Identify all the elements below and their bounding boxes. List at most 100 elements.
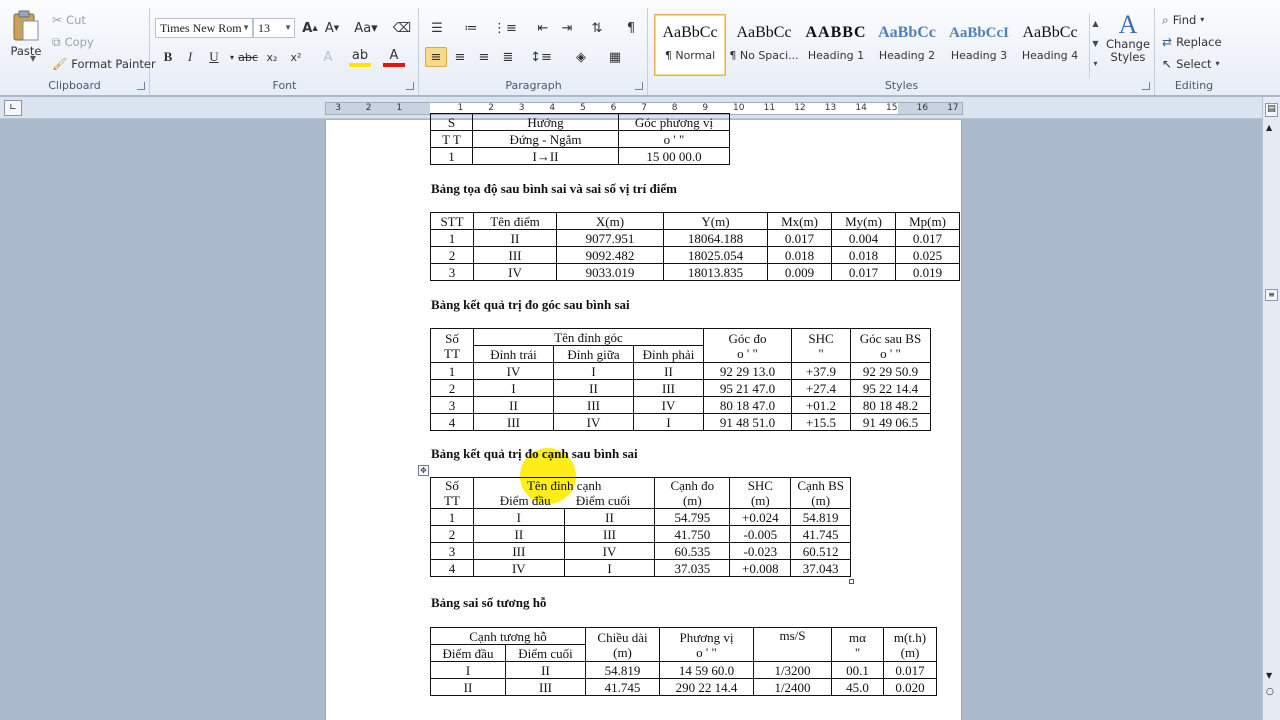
table-cell: 37.035	[654, 559, 731, 577]
browse-object-icon[interactable]: ○	[1266, 687, 1274, 697]
table-cell: II	[553, 379, 634, 397]
table-mutual-errors[interactable]: Cạnh tương hỗ Chiều dài (m) Phương vị o ' …	[430, 627, 937, 696]
table-cell: I	[553, 362, 634, 380]
font-size-combo[interactable]: 13 ▼	[253, 18, 295, 38]
table-edges[interactable]: Số TT Tên đỉnh cạnh Điểm đầu Điểm cuối Cạnh…	[430, 477, 851, 577]
dialog-launcher-icon[interactable]	[406, 82, 414, 90]
table-cell: 45.0	[831, 678, 884, 696]
clear-formatting-icon[interactable]: ⌫	[391, 18, 413, 38]
paste-button[interactable]: Paste	[6, 10, 46, 58]
italic-icon[interactable]: I	[179, 47, 201, 67]
shrink-font-icon[interactable]: A ▼	[321, 18, 343, 38]
table-azimuth[interactable]: S Hướng Góc phương vị T T Đứng - Ngắm o ' " …	[430, 113, 730, 165]
subscript-icon[interactable]: x₂	[261, 47, 283, 67]
align-center-icon[interactable]: ≡	[449, 47, 471, 67]
strikethrough-icon[interactable]: abc	[237, 47, 259, 67]
binoculars-icon: ⌕	[1162, 13, 1169, 27]
format-painter-button[interactable]: 🖌 Format Painter	[52, 57, 156, 71]
table-resize-handle[interactable]	[849, 579, 854, 584]
superscript-icon[interactable]: x²	[285, 47, 307, 67]
table-cell: 1	[430, 229, 474, 247]
table-row: 2 II III 41.750 -0.005 41.745	[430, 525, 851, 543]
table-row: T T Đứng - Ngắm o ' "	[430, 130, 730, 148]
style-normal[interactable]: AaBbCc ¶ Normal	[654, 14, 726, 76]
table-row: 1 I→II 15 00 00.0	[430, 147, 730, 165]
header-ma-unit: "	[854, 644, 861, 660]
change-styles-button[interactable]: A Change Styles	[1103, 12, 1153, 64]
ruler-number: 16	[916, 103, 929, 113]
font-name-combo[interactable]: Times New Rom ▼	[155, 18, 253, 38]
style-heading-3[interactable]: AaBbCcI Heading 3	[943, 14, 1015, 76]
header-mth: m(t.h)	[893, 629, 927, 645]
scroll-up-icon[interactable]: ▲	[1266, 123, 1272, 132]
font-color-icon[interactable]: A	[383, 47, 405, 67]
shading-icon[interactable]: ◈	[570, 47, 592, 67]
table-row: II III 41.745 290 22 14.4 1/2400 45.0 0.020	[430, 678, 937, 696]
style-heading-2[interactable]: AaBbCc Heading 2	[871, 14, 943, 76]
style-sample: AaBbCc	[736, 24, 792, 41]
table-cell: II	[473, 229, 557, 247]
styles-scroll[interactable]: ▲ ▼ ▾	[1089, 14, 1101, 78]
table-cell: 9077.951	[556, 229, 664, 247]
dialog-launcher-icon[interactable]	[635, 82, 643, 90]
table-header-cell: Tên đỉnh cạnh Điểm đầu Điểm cuối	[472, 477, 656, 509]
table-header-cell: Tên đỉnh góc	[473, 328, 704, 346]
grow-font-icon[interactable]: A ▲	[299, 18, 321, 38]
align-right-icon[interactable]: ≡	[473, 47, 495, 67]
table-header-cell: SHC "	[791, 328, 851, 363]
scroll-down-icon[interactable]: ▼	[1266, 671, 1272, 680]
scroll-thumb[interactable]: ≡	[1265, 289, 1278, 301]
numbering-icon[interactable]: ≔	[460, 18, 482, 38]
text-effects-icon[interactable]: A	[317, 47, 339, 67]
pilcrow-icon[interactable]: ¶	[620, 18, 642, 38]
table-coordinates[interactable]: STT Tên điểm X(m) Y(m) Mx(m) My(m) Mp(m)…	[430, 212, 960, 281]
table-move-handle-icon[interactable]: ✥	[418, 465, 429, 476]
borders-icon[interactable]: ▦	[604, 47, 626, 67]
sort-icon[interactable]: ⇅	[586, 18, 608, 38]
decrease-indent-icon[interactable]: ⇤	[532, 18, 554, 38]
editing-group-label: Editing	[1174, 79, 1214, 92]
multilevel-list-icon[interactable]: ⋮≡	[493, 18, 517, 38]
view-ruler-icon[interactable]: ▤	[1265, 103, 1278, 117]
bullets-icon[interactable]: ☰	[426, 18, 448, 38]
paste-dropdown[interactable]: ▾	[30, 52, 36, 64]
ruler-number: 10	[733, 103, 745, 113]
header-shc-unit: (m)	[750, 493, 770, 508]
select-button[interactable]: ↖ Select ▾	[1162, 57, 1220, 71]
cut-button[interactable]: ✂ Cut	[52, 13, 86, 27]
justify-icon[interactable]: ≣	[497, 47, 519, 67]
increase-indent-icon[interactable]: ⇥	[556, 18, 578, 38]
align-left-icon[interactable]: ≡	[425, 47, 447, 67]
bold-icon[interactable]: B	[157, 47, 179, 67]
dialog-launcher-icon[interactable]	[1142, 82, 1150, 90]
header-bs: Cạnh BS	[797, 478, 844, 493]
tab-selector[interactable]: ∟	[4, 100, 22, 116]
find-button[interactable]: ⌕ Find ▾	[1162, 13, 1204, 27]
table-cell: 3	[430, 542, 474, 560]
line-spacing-icon[interactable]: ↕≡	[530, 47, 552, 67]
replace-button[interactable]: ⇄ Replace	[1162, 35, 1222, 49]
table-row: 4 IV I 37.035 +0.008 37.043	[430, 559, 851, 577]
change-styles-label: Change Styles	[1105, 37, 1151, 64]
style-sample: AaBbCc	[878, 24, 936, 41]
table-angles[interactable]: Số TT Tên đỉnh góc Góc đo o ' " SHC " Góc s…	[430, 328, 931, 431]
change-case-icon[interactable]: Aa▾	[351, 18, 381, 38]
dialog-launcher-icon[interactable]	[137, 82, 145, 90]
table-header-cell: Cạnh tương hỗ	[430, 627, 586, 645]
table-row: 1 I II 54.795 +0.024 54.819	[430, 508, 851, 526]
header-dau: Điểm đầu	[499, 493, 551, 508]
table-cell: 37.043	[790, 559, 851, 577]
style-heading-4[interactable]: AaBbCc Heading 4	[1014, 14, 1086, 76]
table-cell: 0.025	[895, 246, 960, 264]
paste-label: Paste	[10, 44, 42, 58]
chevron-down-icon: ▾	[30, 51, 37, 65]
style-no-spacing[interactable]: AaBbCc ¶ No Spaci...	[728, 14, 800, 76]
table-row: 4 III IV I 91 48 51.0 +15.5 91 49 06.5	[430, 413, 931, 431]
style-heading-1[interactable]: AABBC Heading 1	[800, 14, 872, 76]
vertical-scrollbar[interactable]: ▤ ▲ ≡ ▼ ○	[1262, 97, 1280, 720]
table-cell: II	[473, 525, 565, 543]
highlight-color-icon[interactable]: ab	[349, 47, 371, 67]
table-cell: III	[633, 379, 704, 397]
copy-button[interactable]: ⧉ Copy	[52, 35, 94, 49]
table-cell: Đứng - Ngắm	[472, 130, 619, 148]
